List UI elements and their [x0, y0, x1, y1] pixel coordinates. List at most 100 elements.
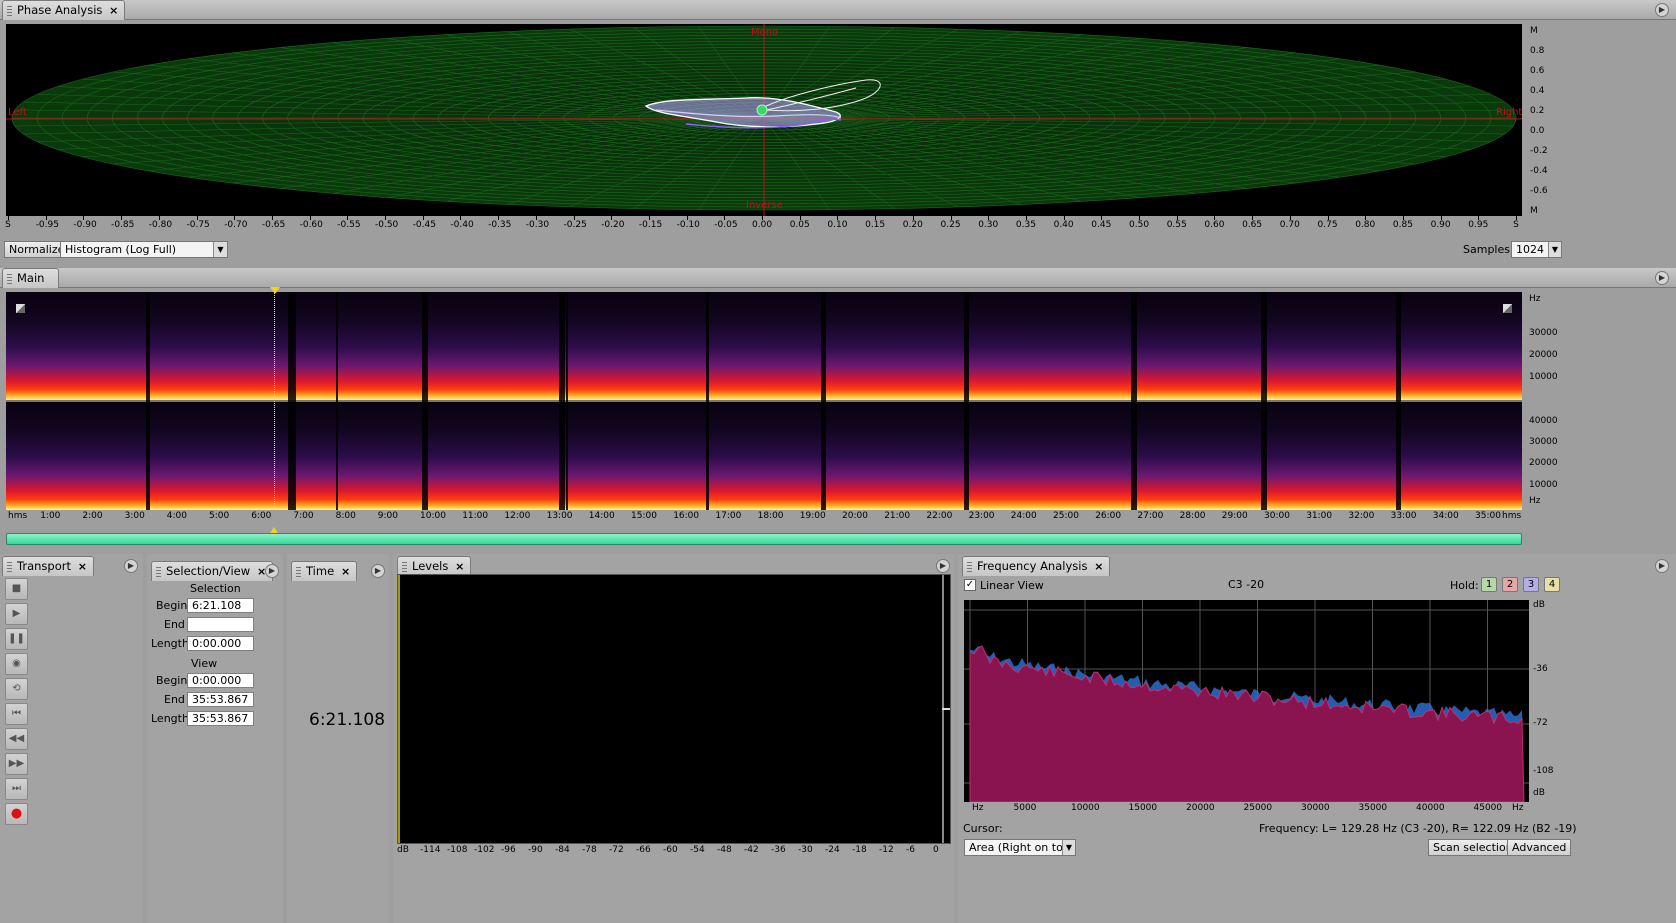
pause-button[interactable]: ❚❚ [5, 628, 28, 650]
selection-end-field[interactable] [187, 617, 254, 632]
time-tick-label: 6:00 [251, 511, 272, 521]
panel-menu-icon[interactable]: ▶ [936, 559, 950, 573]
phase-x-tick-label: -0.65 [261, 220, 286, 230]
close-icon[interactable]: × [1094, 557, 1103, 576]
grip-icon[interactable] [296, 567, 301, 577]
loop-button[interactable]: ⟲ [5, 678, 28, 700]
go-to-start-button[interactable]: ⏮ [5, 703, 28, 725]
phase-x-tick-label: 0.35 [1015, 220, 1036, 230]
display-mode-select[interactable]: Area (Right on top) ▼ [964, 839, 1076, 856]
levels-left-edge [398, 575, 400, 843]
grip-icon[interactable] [402, 562, 407, 572]
hold-button-4[interactable]: 4 [1544, 577, 1560, 592]
selection-length-field[interactable]: 0:00.000 [187, 636, 254, 651]
samples-select[interactable]: 1024 ▼ [1511, 241, 1562, 258]
freq-hz-axis: Hz 5000 10000 15000 20000 25000 30000 35000 4000… [964, 802, 1529, 816]
skip-back-icon: ⏮ [12, 708, 21, 719]
phase-x-tick-label: -0.50 [375, 220, 399, 230]
view-begin-field[interactable]: 0:00.000 [187, 673, 254, 688]
play-button[interactable]: ▶ [5, 603, 28, 625]
fast-forward-button[interactable]: ▶▶ [5, 753, 28, 775]
grip-icon[interactable] [7, 562, 12, 572]
time-tick-label: 2:00 [82, 511, 103, 521]
tab-selection-view[interactable]: Selection/View × [151, 561, 274, 581]
phase-x-tick-label: -0.85 [111, 220, 135, 230]
phase-y-tick-label: -0.2 [1530, 146, 1548, 156]
phase-x-tick-label: 0.55 [1166, 220, 1187, 230]
tab-phase-analysis[interactable]: Phase Analysis × [2, 0, 126, 20]
chevron-down-icon[interactable]: ▼ [213, 242, 227, 257]
spectrogram-gap [566, 292, 568, 510]
zoom-out-icon[interactable] [1503, 304, 1512, 313]
panel-menu-icon[interactable]: ▶ [1655, 3, 1669, 17]
view-end-field[interactable]: 35:53.867 [187, 692, 254, 707]
phase-mode-select[interactable]: Histogram (Log Full) ▼ [60, 241, 228, 258]
chevron-down-icon[interactable]: ▼ [1062, 840, 1075, 855]
tab-frequency-analysis[interactable]: Frequency Analysis × [962, 556, 1111, 576]
go-to-end-button[interactable]: ⏭ [5, 778, 28, 800]
selection-begin-field[interactable]: 6:21.108 [187, 598, 254, 613]
levels-db-scale: dB -114 -108 -102 -96 -90 -84 -78 -72 -66 -60 -54 -4… [397, 845, 951, 859]
time-tick-label: 35:00 [1475, 511, 1501, 521]
hz-tick-label: 30000 [1529, 437, 1558, 447]
advanced-button[interactable]: Advanced [1507, 839, 1572, 856]
levels-tick-label: -114 [420, 845, 441, 855]
stop-button[interactable]: ■ [5, 578, 28, 600]
tab-levels[interactable]: Levels × [397, 556, 472, 576]
fast-forward-icon: ▶▶ [8, 758, 25, 769]
panel-menu-icon[interactable]: ▶ [1655, 271, 1669, 285]
levels-tick-label: -24 [825, 845, 840, 855]
grip-icon[interactable] [156, 567, 161, 577]
spectrogram-gap [821, 292, 826, 510]
panel-menu-icon[interactable]: ▶ [265, 564, 279, 578]
panel-menu-icon[interactable]: ▶ [371, 564, 385, 578]
levels-tick-label: -30 [798, 845, 813, 855]
time-display: 6:21.108 [309, 710, 386, 730]
freq-db-tick-label: -72 [1533, 718, 1548, 728]
phase-x-tick-label: -0.90 [73, 220, 97, 230]
levels-tick-label: -90 [528, 845, 543, 855]
close-icon[interactable]: × [341, 562, 350, 581]
playhead-cursor[interactable] [274, 292, 275, 510]
close-icon[interactable]: × [78, 557, 87, 576]
time-tick-label: 11:00 [462, 511, 489, 521]
panel-menu-icon[interactable]: ▶ [124, 559, 138, 573]
stop-icon: ■ [11, 583, 22, 594]
play-circle-icon: ◉ [12, 658, 21, 669]
samples-label: Samples: [1463, 243, 1514, 256]
hz-tick-label: Hz [1529, 294, 1541, 304]
rewind-button[interactable]: ◀◀ [5, 728, 28, 750]
label-mono: Mono [751, 27, 779, 38]
zoom-in-icon[interactable] [16, 304, 25, 313]
hz-tick-label: 20000 [1529, 350, 1558, 360]
chevron-down-icon[interactable]: ▼ [1548, 242, 1561, 257]
playhead-marker-icon[interactable] [270, 287, 280, 294]
play-from-cursor-button[interactable]: ◉ [5, 653, 28, 675]
grip-icon[interactable] [7, 6, 12, 16]
tab-label: Phase Analysis [17, 3, 103, 17]
spectrogram-gap [1396, 292, 1401, 510]
linear-view-checkbox[interactable]: ✓ [964, 579, 976, 591]
grip-icon[interactable] [7, 274, 12, 284]
navigator-marker-icon[interactable] [270, 527, 278, 533]
cursor-label: Cursor: [963, 822, 1003, 835]
record-button[interactable]: ● [5, 803, 28, 825]
time-tick-label: 30:00 [1264, 511, 1290, 521]
grip-icon[interactable] [967, 562, 972, 572]
view-length-field[interactable]: 35:53.867 [187, 711, 254, 726]
zoom-navigator-bar[interactable] [6, 533, 1522, 545]
hold-button-1[interactable]: 1 [1481, 577, 1497, 592]
scan-selection-button[interactable]: Scan selection [1428, 839, 1518, 856]
close-icon[interactable]: × [109, 1, 118, 20]
hold-button-2[interactable]: 2 [1502, 577, 1518, 592]
panel-menu-icon[interactable]: ▶ [1655, 559, 1669, 573]
freq-hz-tick-label: 15000 [1128, 803, 1158, 813]
hold-button-3[interactable]: 3 [1523, 577, 1539, 592]
tab-transport[interactable]: Transport × [2, 556, 94, 576]
spectrogram-gap [1261, 292, 1267, 510]
time-tick-label: 9:00 [377, 511, 399, 521]
time-tick-label: hms [1502, 511, 1522, 521]
tab-time[interactable]: Time × [291, 561, 358, 581]
phase-x-tick-label: -0.20 [601, 220, 625, 230]
tab-main[interactable]: Main [2, 268, 60, 288]
